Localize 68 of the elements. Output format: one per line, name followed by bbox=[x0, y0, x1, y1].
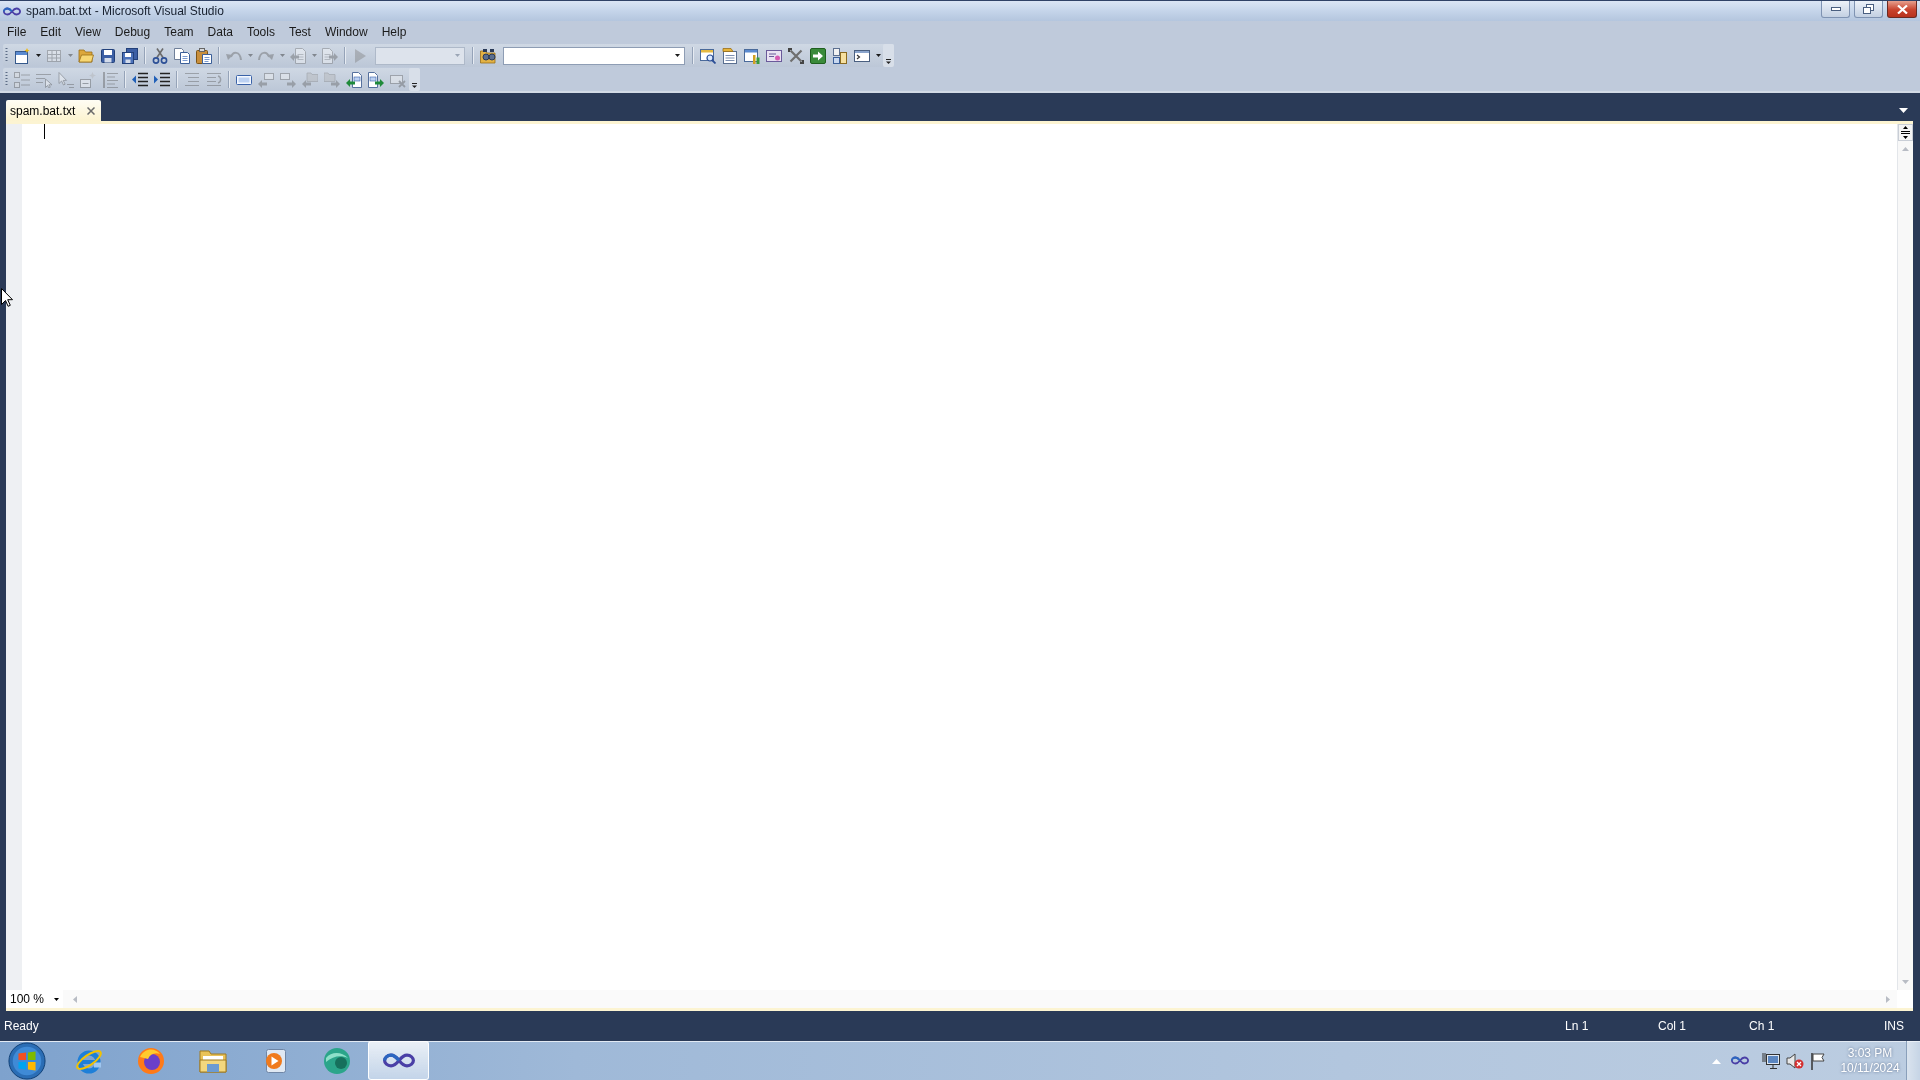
window-icon[interactable] bbox=[14, 47, 30, 64]
close-icon bbox=[1896, 4, 1908, 14]
text-caret-icon bbox=[44, 124, 45, 139]
window-title: spam.bat.txt - Microsoft Visual Studio bbox=[26, 4, 224, 18]
floppy-disks-icon[interactable] bbox=[122, 47, 138, 64]
clock-date: 10/11/2024 bbox=[1840, 1060, 1900, 1076]
class-diagram-icon[interactable] bbox=[832, 47, 848, 64]
caret-icon[interactable] bbox=[1899, 108, 1908, 113]
column-indicator: Col 1 bbox=[1658, 1019, 1686, 1033]
speaker-muted-icon[interactable] bbox=[1786, 1051, 1804, 1070]
clipboard-icon[interactable] bbox=[196, 47, 212, 64]
caret-icon[interactable] bbox=[875, 54, 881, 57]
menu-item[interactable]: Debug bbox=[107, 24, 158, 39]
menu-item[interactable]: Tools bbox=[239, 24, 282, 39]
flag-icon[interactable] bbox=[1810, 1051, 1826, 1070]
overflow-icon[interactable] bbox=[883, 44, 894, 67]
minimize-button[interactable] bbox=[1821, 1, 1850, 18]
sphere-icon bbox=[321, 1045, 352, 1076]
network-monitor-icon[interactable] bbox=[1762, 1051, 1780, 1070]
restore-button[interactable] bbox=[1854, 1, 1883, 18]
line-indicator: Ln 1 bbox=[1565, 1019, 1589, 1033]
folder-binoculars-icon[interactable] bbox=[480, 47, 496, 64]
infinity-logo-icon[interactable] bbox=[3, 6, 21, 16]
infinity-icon bbox=[382, 1053, 415, 1068]
overflow-icon[interactable] bbox=[409, 68, 420, 91]
arrow-tile-icon[interactable] bbox=[810, 47, 826, 64]
status-message: Ready bbox=[4, 1019, 39, 1033]
menu-item[interactable]: Data bbox=[200, 24, 240, 39]
restore-icon bbox=[1863, 4, 1874, 14]
copy-icon[interactable] bbox=[174, 47, 190, 64]
taskbar-button[interactable] bbox=[368, 1041, 429, 1080]
close-icon[interactable] bbox=[87, 106, 96, 115]
insert-mode-indicator: INS bbox=[1884, 1019, 1904, 1033]
mouse-pointer-icon bbox=[1, 288, 13, 307]
menu-item[interactable]: Help bbox=[374, 24, 414, 39]
menu-item[interactable]: Edit bbox=[33, 24, 69, 39]
indent-icon[interactable] bbox=[154, 71, 170, 88]
clock-time: 3:03 PM bbox=[1847, 1045, 1893, 1061]
outdent-icon[interactable] bbox=[132, 71, 148, 88]
folder-icon[interactable] bbox=[78, 47, 94, 64]
infinity-icon[interactable] bbox=[1731, 1056, 1749, 1065]
scissors-icon[interactable] bbox=[152, 47, 168, 64]
menu-item[interactable]: File bbox=[0, 24, 34, 39]
dropdown-field[interactable] bbox=[503, 46, 685, 65]
flame-globe-icon bbox=[135, 1045, 166, 1076]
flag-orb-icon[interactable] bbox=[7, 1041, 47, 1080]
caret-icon[interactable] bbox=[35, 54, 41, 57]
document-bookmark-left-icon[interactable] bbox=[346, 71, 362, 88]
document-bookmark-right-icon[interactable] bbox=[368, 71, 384, 88]
caret-icon bbox=[54, 997, 59, 1001]
property-sheet-icon[interactable] bbox=[722, 47, 738, 64]
minimize-icon bbox=[1830, 7, 1841, 11]
crossed-tools-icon[interactable] bbox=[788, 47, 804, 64]
vertical-scrollbar[interactable] bbox=[1897, 124, 1913, 990]
caret-icon bbox=[455, 54, 460, 57]
splitter-icon[interactable] bbox=[1898, 124, 1913, 141]
menu-item[interactable]: Team bbox=[157, 24, 201, 39]
close-button[interactable] bbox=[1887, 1, 1917, 18]
menu-item[interactable]: Window bbox=[317, 24, 375, 39]
caret-icon bbox=[675, 54, 680, 57]
character-indicator: Ch 1 bbox=[1749, 1019, 1775, 1033]
window-chart-icon[interactable] bbox=[744, 47, 760, 64]
window-magnifier-icon[interactable] bbox=[700, 47, 716, 64]
document-tab[interactable]: spam.bat.txt bbox=[6, 100, 102, 121]
menu-item[interactable]: Test bbox=[281, 24, 318, 39]
panel-icon[interactable] bbox=[766, 47, 782, 64]
menu-item[interactable]: View bbox=[68, 24, 108, 39]
terminal-window-icon[interactable] bbox=[854, 47, 870, 64]
